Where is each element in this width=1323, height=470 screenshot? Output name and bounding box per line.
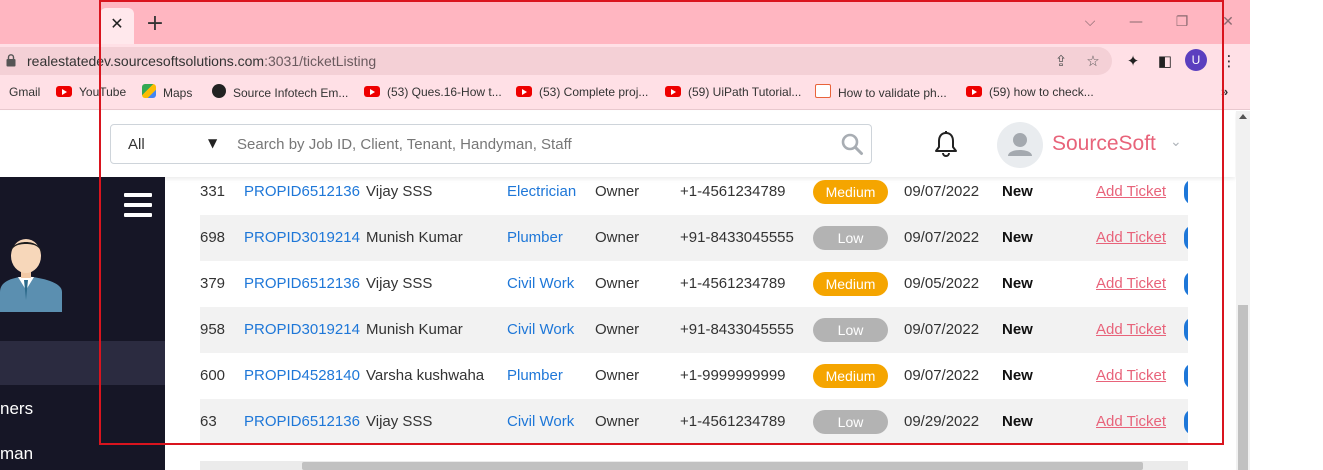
vertical-scroll-thumb[interactable] [1238,305,1248,470]
globe-icon [212,84,226,98]
bookmark-ques16[interactable]: (53) Ques.16-How t... [364,84,502,100]
chevron-down-icon: ▼ [208,136,218,150]
row-action-button[interactable] [1184,363,1188,389]
youtube-icon [364,86,380,97]
role-cell: Owner [595,413,640,430]
priority-badge: Medium [813,180,888,204]
bookmark-label: How to validate ph... [838,86,947,100]
youtube-icon [665,86,681,97]
uipath-icon [815,84,831,98]
bookmark-label: Maps [163,86,193,100]
url-path: :3031/ticketListing [264,53,377,69]
ticket-table: 331 PROPID6512136 Vijay SSS Electrician … [200,177,1188,460]
browser-tabstrip [0,0,1250,44]
url-text[interactable]: realestatedev.sourcesoftsolutions.com:30… [27,53,376,69]
minimize-icon[interactable]: — [1126,12,1146,32]
window-close-icon[interactable]: ✕ [1218,12,1238,32]
priority-badge: Low [813,226,888,250]
more-menu-icon[interactable]: ⋮ [1219,51,1239,71]
row-action-button[interactable] [1184,225,1188,251]
row-action-button[interactable] [1184,317,1188,343]
notification-bell-icon[interactable] [933,130,959,158]
scroll-up-arrow-icon[interactable] [1239,114,1247,119]
bookmark-complete-proj[interactable]: (53) Complete proj... [516,84,648,100]
bookmark-how-to-check[interactable]: (59) how to check... [966,84,1094,100]
table-row: 958 PROPID3019214 Munish Kumar Civil Wor… [200,307,1188,353]
youtube-icon [966,86,982,97]
side-panel-icon[interactable]: ◧ [1155,51,1175,71]
bookmark-uipath-tutorial[interactable]: (59) UiPath Tutorial... [665,84,801,100]
bookmark-label: YouTube [79,85,127,99]
extensions-puzzle-icon[interactable]: ✦ [1123,51,1143,71]
search-filter-value: All [128,136,145,153]
profile-avatar[interactable]: U [1185,49,1207,71]
table-row: 600 PROPID4528140 Varsha kushwaha Plumbe… [200,353,1188,399]
priority-badge: Low [813,410,888,434]
bookmark-validate-ph[interactable]: How to validate ph... [815,84,947,100]
tab-search-icon[interactable]: ⌵ [1080,12,1100,32]
status-cell: New [1002,413,1033,430]
user-avatar[interactable] [997,122,1043,168]
youtube-icon [56,86,72,97]
table-row: 63 PROPID6512136 Vijay SSS Civil Work Ow… [200,399,1188,445]
row-action-button[interactable] [1184,179,1188,205]
table-row: 379 PROPID6512136 Vijay SSS Civil Work O… [200,261,1188,307]
sidebar [0,177,165,470]
phone-cell: +1-4561234789 [680,413,786,430]
new-tab-icon[interactable]: + [145,12,165,36]
close-tab-icon[interactable]: ✕ [107,14,127,34]
maps-icon [142,84,156,98]
row-action-button[interactable] [1184,271,1188,297]
chevron-down-icon[interactable]: ⌄ [1170,134,1182,150]
search-input[interactable] [225,124,872,164]
add-ticket-link[interactable]: Add Ticket [1096,407,1166,453]
client-cell: Vijay SSS [366,413,433,430]
restore-icon[interactable]: ❐ [1172,12,1192,32]
priority-badge: Medium [813,364,888,388]
bookmark-youtube[interactable]: YouTube [56,84,126,100]
bookmark-label: Source Infotech Em... [233,86,349,100]
search-icon[interactable] [840,132,864,156]
bookmark-label: (53) Ques.16-How t... [387,85,502,99]
priority-badge: Medium [813,272,888,296]
youtube-icon [516,86,532,97]
lock-icon [6,54,16,67]
bookmark-label: (59) how to check... [989,85,1094,99]
priority-badge: Low [813,318,888,342]
sidebar-item-handyman[interactable]: man [0,444,33,464]
profile-avatar-illustration [0,239,62,312]
share-icon[interactable]: ⇪ [1051,51,1071,71]
url-host: realestatedev.sourcesoftsolutions.com [27,53,265,69]
bookmark-star-icon[interactable]: ☆ [1083,51,1103,71]
property-id-link[interactable]: PROPID6512136 [244,407,360,453]
sidebar-active-item[interactable] [0,341,165,385]
bookmark-maps[interactable]: Maps [142,84,192,100]
bookmark-label: Gmail [9,85,41,99]
job-id-cell: 63 [200,413,217,430]
horizontal-scroll-thumb[interactable] [302,462,1143,470]
brand-name[interactable]: SourceSoft [1052,132,1156,156]
bookmark-source-infotech[interactable]: Source Infotech Em... [212,84,348,100]
bookmark-label: (59) UiPath Tutorial... [688,85,802,99]
table-row: 698 PROPID3019214 Munish Kumar Plumber O… [200,215,1188,261]
date-cell: 09/29/2022 [904,413,980,430]
job-type-link[interactable]: Civil Work [507,407,574,453]
bookmark-label: (53) Complete proj... [539,85,649,99]
bookmarks-overflow-icon[interactable]: » [1221,84,1228,99]
sidebar-item-owners[interactable]: ners [0,399,33,419]
user-silhouette-icon [1008,133,1032,156]
row-action-button[interactable] [1184,409,1188,435]
bookmark-gmail[interactable]: Gmail [9,84,40,100]
hamburger-menu-icon[interactable] [124,193,152,217]
